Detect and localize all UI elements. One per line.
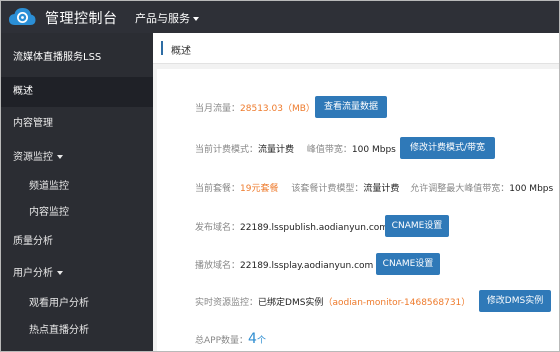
play-domain-label: 播放域名： bbox=[195, 261, 241, 271]
apps-row: 总APP数量：4个 bbox=[195, 331, 266, 347]
peak-bandwidth-value: 100 Mbps bbox=[351, 145, 396, 155]
play-domain-row: 播放域名：22189.lssplay.aodianyun.com bbox=[195, 258, 373, 271]
view-traffic-button[interactable]: 查看流量数据 bbox=[315, 96, 387, 118]
monitor-row: 实时资源监控：已绑定DMS实例（aodian-monitor-146856873… bbox=[195, 295, 470, 308]
apps-unit: 个 bbox=[256, 336, 266, 346]
sidebar-item-hot-live-analysis[interactable]: 热点直播分析 bbox=[1, 316, 153, 346]
console-window: 管理控制台 产品与服务 流媒体直播服务LSS 概述 内容管理 资源监控 频道监控… bbox=[0, 0, 560, 352]
sidebar-item-label: 概述 bbox=[13, 86, 33, 97]
billing-value: 流量计费 bbox=[258, 145, 295, 155]
sidebar-item-label: 频道监控 bbox=[29, 181, 69, 192]
page-title: 概述 bbox=[171, 46, 191, 57]
overview-card: 当月流量：28513.03（MB） 查看流量数据 当前计费模式：流量计费 峰值带… bbox=[157, 69, 559, 351]
main-content: 概述 当月流量：28513.03（MB） 查看流量数据 当前计费模式：流量计费 … bbox=[153, 33, 559, 351]
play-cname-button[interactable]: CNAME设置 bbox=[376, 253, 440, 275]
traffic-label: 当月流量： bbox=[195, 104, 241, 114]
sidebar-item-label: 质量分析 bbox=[13, 236, 53, 247]
sidebar-item-user-analysis[interactable]: 用户分析 bbox=[1, 259, 153, 289]
sidebar-item-content-management[interactable]: 内容管理 bbox=[1, 109, 153, 139]
sidebar-title: 流媒体直播服务LSS bbox=[13, 52, 102, 63]
modify-dms-button[interactable]: 修改DMS实例 bbox=[479, 290, 551, 312]
package-value: 19元套餐 bbox=[240, 184, 279, 194]
chevron-down-icon bbox=[57, 271, 63, 275]
billing-row: 当前计费模式：流量计费 峰值带宽：100 Mbps bbox=[195, 142, 396, 155]
sidebar-item-label: 用户分析 bbox=[13, 268, 53, 279]
publish-domain-label: 发布域名： bbox=[195, 223, 241, 233]
package-row: 当前套餐：19元套餐 该套餐计费模型：流量计费 允许调整最大峰值带宽：100 M… bbox=[195, 181, 553, 194]
cloud-logo-icon bbox=[9, 8, 36, 25]
peak-bandwidth-label: 峰值带宽： bbox=[306, 145, 352, 155]
publish-cname-button[interactable]: CNAME设置 bbox=[385, 215, 449, 237]
breadcrumb: 概述 bbox=[153, 33, 559, 64]
max-bandwidth-value: 100 Mbps bbox=[509, 184, 554, 194]
traffic-value: 28513.03（MB） bbox=[240, 104, 315, 114]
sidebar-item-label: 观看用户分析 bbox=[29, 298, 89, 309]
chevron-down-icon bbox=[193, 17, 199, 21]
brand-title: 管理控制台 bbox=[45, 11, 118, 27]
monitor-instance: （aodian-monitor-1468568731） bbox=[323, 298, 471, 308]
top-bar: 管理控制台 产品与服务 bbox=[1, 1, 559, 33]
sidebar-item-content-monitor[interactable]: 内容监控 bbox=[1, 198, 153, 228]
sidebar-item-label: 资源监控 bbox=[13, 152, 53, 163]
play-domain-value: 22189.lssplay.aodianyun.com bbox=[240, 261, 374, 271]
sidebar-item-label: 热点直播分析 bbox=[29, 325, 89, 336]
monitor-label: 实时资源监控： bbox=[195, 298, 259, 308]
package-label: 当前套餐： bbox=[195, 184, 241, 194]
package-model-value: 流量计费 bbox=[363, 184, 400, 194]
sidebar-item-label: 内容管理 bbox=[13, 118, 53, 129]
sidebar-item-viewer-analysis[interactable]: 观看用户分析 bbox=[1, 289, 153, 319]
publish-domain-value: 22189.lsspublish.aodianyun.com bbox=[240, 223, 389, 233]
apps-count: 4 bbox=[248, 331, 257, 347]
sidebar-item-overview[interactable]: 概述 bbox=[1, 77, 153, 107]
products-menu[interactable]: 产品与服务 bbox=[135, 10, 199, 26]
publish-domain-row: 发布域名：22189.lsspublish.aodianyun.com bbox=[195, 220, 388, 233]
package-model-label: 该套餐计费模型： bbox=[291, 184, 364, 194]
apps-label: 总APP数量： bbox=[195, 336, 249, 346]
products-menu-label: 产品与服务 bbox=[135, 12, 190, 25]
modify-billing-button[interactable]: 修改计费模式/带宽 bbox=[400, 137, 495, 159]
traffic-row: 当月流量：28513.03（MB） bbox=[195, 101, 315, 114]
chevron-down-icon bbox=[57, 155, 63, 159]
monitor-value: 已绑定DMS实例 bbox=[258, 298, 324, 308]
sidebar-item-label: 内容监控 bbox=[29, 207, 69, 218]
billing-label: 当前计费模式： bbox=[195, 145, 259, 155]
sidebar-item-resource-monitor[interactable]: 资源监控 bbox=[1, 143, 153, 173]
sidebar: 流媒体直播服务LSS 概述 内容管理 资源监控 频道监控 内容监控 质量分析 用… bbox=[1, 33, 153, 351]
max-bandwidth-label: 允许调整最大峰值带宽： bbox=[410, 184, 510, 194]
breadcrumb-marker bbox=[161, 41, 163, 55]
sidebar-item-quality-analysis[interactable]: 质量分析 bbox=[1, 227, 153, 257]
